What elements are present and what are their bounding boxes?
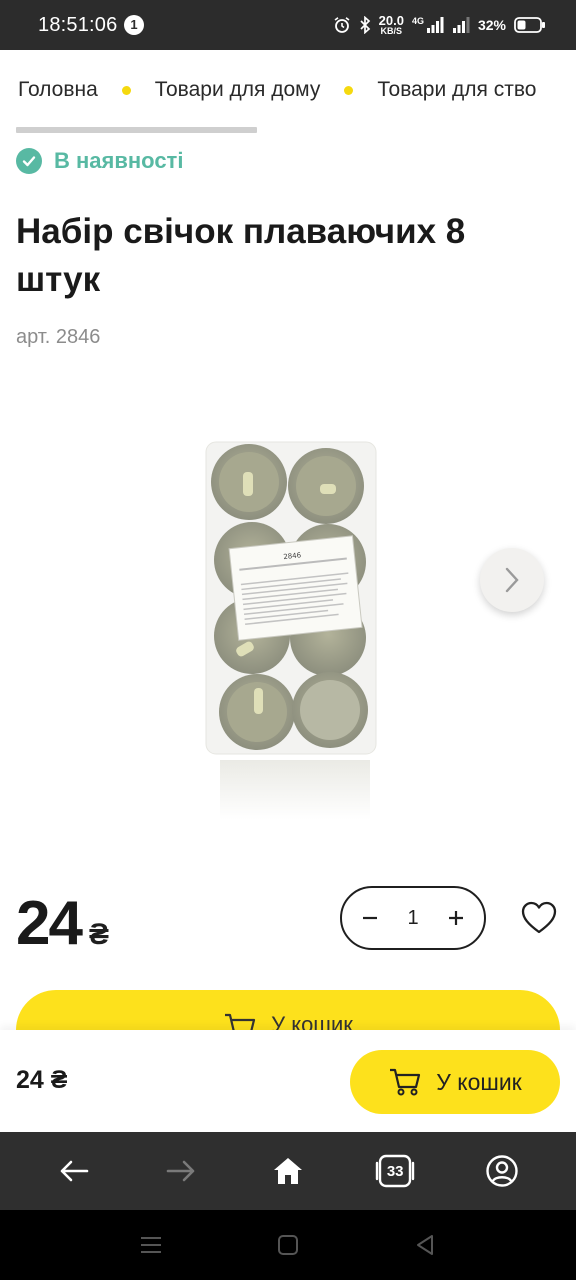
chevron-right-icon — [505, 567, 519, 593]
status-time: 18:51:06 — [38, 14, 118, 36]
availability-status: В наявності — [16, 148, 183, 174]
increase-quantity-button[interactable] — [446, 904, 466, 932]
candle-right-4 — [292, 672, 368, 748]
alarm-icon — [334, 17, 350, 33]
quantity-stepper: 1 — [340, 886, 486, 950]
status-bar: 18:51:06 1 20.0 KB/S 4G 32% — [0, 0, 576, 50]
bluetooth-icon — [360, 16, 370, 34]
breadcrumb-separator-dot — [121, 85, 131, 95]
arrow-right-icon — [166, 1160, 195, 1182]
signal-strength-4g: 4G — [412, 16, 444, 34]
status-icons: 20.0 KB/S 4G 32% — [333, 12, 546, 38]
product-image[interactable]: 2846 — [140, 420, 440, 830]
forward-button[interactable] — [161, 1151, 201, 1191]
recent-apps-icon[interactable] — [140, 1235, 162, 1255]
sticky-purchase-bar: 24 ₴ У кошик — [0, 1030, 576, 1132]
browser-navigation-bar: 33 — [0, 1132, 576, 1210]
cart-icon — [390, 1068, 421, 1096]
breadcrumb-item-home[interactable]: Головна — [18, 78, 98, 102]
plus-icon — [449, 911, 463, 925]
sticky-price: 24 ₴ — [16, 1066, 68, 1094]
system-navigation-bar — [0, 1210, 576, 1280]
candle-right-1 — [288, 448, 364, 524]
heart-icon — [521, 901, 557, 934]
system-back-icon[interactable] — [415, 1234, 435, 1256]
add-to-favorites-button[interactable] — [520, 900, 558, 936]
battery-icon — [514, 17, 545, 33]
notification-count-badge: 1 — [124, 15, 144, 35]
network-speed-unit: KB/S — [380, 25, 403, 36]
candles-package-illustration: 2846 — [205, 441, 377, 820]
sticky-add-to-cart-button[interactable]: У кошик — [350, 1050, 560, 1114]
product-price: 24 ₴ — [16, 888, 109, 959]
tabs-button[interactable]: 33 — [375, 1151, 415, 1191]
breadcrumb-item-creative-goods[interactable]: Товари для ство — [377, 78, 536, 102]
signal-bars-icon-2 — [452, 17, 470, 33]
minus-icon — [363, 916, 377, 920]
signal-bars-icon — [426, 17, 444, 33]
back-button[interactable] — [54, 1151, 94, 1191]
product-title: Набір свічок плаваючих 8 штук — [16, 212, 466, 299]
next-image-button[interactable] — [480, 548, 544, 612]
network-speed: 20.0 KB/S — [379, 14, 404, 36]
tabs-count: 33 — [386, 1162, 404, 1180]
arrow-left-icon — [60, 1160, 88, 1182]
breadcrumb-scrollbar[interactable] — [16, 127, 257, 133]
network-type: 4G — [411, 16, 424, 26]
battery-percent: 32% — [477, 17, 506, 33]
breadcrumb-item-home-goods[interactable]: Товари для дому — [155, 78, 321, 102]
check-circle-icon — [16, 148, 42, 174]
candle-left-1 — [211, 444, 287, 520]
price-currency: ₴ — [88, 918, 109, 951]
home-button[interactable] — [268, 1151, 308, 1191]
home-icon — [273, 1158, 302, 1184]
candle-left-4 — [219, 674, 295, 750]
price-value: 24 — [16, 889, 83, 958]
breadcrumb: Головна Товари для дому Товари для ство — [18, 78, 536, 102]
product-sku: арт. 2846 — [16, 326, 101, 348]
quantity-value[interactable]: 1 — [407, 907, 418, 930]
package-label: 2846 — [228, 535, 363, 641]
availability-label: В наявності — [54, 148, 184, 173]
profile-button[interactable] — [482, 1151, 522, 1191]
breadcrumb-separator-dot — [344, 85, 354, 95]
account-icon — [486, 1155, 519, 1187]
decrease-quantity-button[interactable] — [360, 904, 380, 932]
sticky-add-to-cart-label: У кошик — [436, 1068, 522, 1095]
system-home-icon[interactable] — [277, 1234, 299, 1256]
